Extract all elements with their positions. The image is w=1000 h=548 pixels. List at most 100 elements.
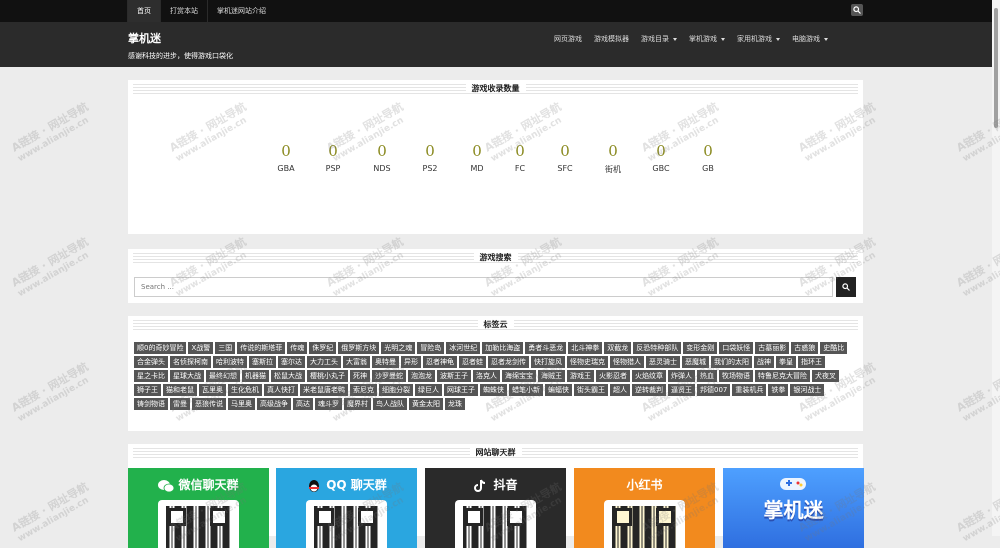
tag-link[interactable]: 马里奥 — [228, 398, 255, 410]
tag-link[interactable]: 古墓丽影 — [755, 342, 790, 354]
nav-game-directory[interactable]: 游戏目录 — [635, 34, 683, 44]
tag-link[interactable]: 战神 — [754, 356, 774, 368]
tag-link[interactable]: 恶狼传说 — [192, 398, 226, 410]
tag-link[interactable]: 恶灵骑士 — [646, 356, 680, 368]
tag-link[interactable]: 哈利波特 — [213, 356, 247, 368]
nav-console-games[interactable]: 家用机游戏 — [731, 34, 786, 44]
tag-link[interactable]: 异形 — [401, 356, 421, 368]
tag-link[interactable]: 真人快打 — [264, 384, 298, 396]
tag-link[interactable]: 顺0的奇妙冒险 — [134, 342, 187, 354]
tag-link[interactable]: 奥特曼 — [372, 356, 399, 368]
tag-link[interactable]: 特鲁尼克大冒险 — [755, 370, 810, 382]
tag-link[interactable]: 超人 — [610, 384, 630, 396]
tag-link[interactable]: 狮子王 — [134, 384, 161, 396]
tag-link[interactable]: 蝙蝠侠 — [545, 384, 572, 396]
tag-link[interactable]: 雷曼 — [170, 398, 190, 410]
site-brand-card[interactable]: 掌机迷 — [723, 468, 864, 548]
tag-link[interactable]: 三国 — [215, 342, 236, 354]
tag-link[interactable]: 双截龙 — [604, 342, 632, 354]
tag-link[interactable]: 星球大战 — [170, 370, 204, 382]
tag-link[interactable]: 蜡笔小新 — [509, 384, 543, 396]
tag-link[interactable]: 绿巨人 — [415, 384, 442, 396]
tag-link[interactable]: 逆转裁判 — [632, 384, 666, 396]
tag-link[interactable]: 北斗神拳 — [568, 342, 603, 354]
tag-link[interactable]: 大力工头 — [307, 356, 341, 368]
tag-link[interactable]: 猫和老鼠 — [163, 384, 197, 396]
tag-link[interactable]: 魔界村 — [344, 398, 371, 410]
tag-link[interactable]: 米老鼠唐老鸭 — [300, 384, 348, 396]
tag-link[interactable]: 海贼王 — [538, 370, 565, 382]
tag-link[interactable]: 最终幻想 — [206, 370, 240, 382]
tag-link[interactable]: 传魂 — [287, 342, 308, 354]
page-scrollbar[interactable] — [992, 0, 1000, 536]
tag-link[interactable]: 樱桃小丸子 — [307, 370, 348, 382]
tag-link[interactable]: 俄罗斯方块 — [338, 342, 380, 354]
top-nav-about[interactable]: 掌机迷网站介绍 — [207, 0, 275, 22]
scrollbar-thumb[interactable] — [994, 8, 998, 128]
tag-link[interactable]: 高级战争 — [257, 398, 291, 410]
tag-link[interactable]: 加勒比海盗 — [482, 342, 524, 354]
tag-link[interactable]: 铁拳 — [768, 384, 789, 396]
tag-link[interactable]: 忍者蛙 — [459, 356, 486, 368]
nav-pc-games[interactable]: 电脑游戏 — [786, 34, 834, 44]
tag-link[interactable]: 口袋妖怪 — [719, 342, 754, 354]
tag-link[interactable]: 火焰纹章 — [632, 370, 666, 382]
tag-link[interactable]: 合金弹头 — [134, 356, 168, 368]
tag-link[interactable]: 蜘蛛侠 — [480, 384, 507, 396]
tag-link[interactable]: 星之卡比 — [134, 370, 168, 382]
tag-link[interactable]: 变形金刚 — [683, 342, 718, 354]
tag-link[interactable]: 忍者龙剑传 — [488, 356, 529, 368]
tag-link[interactable]: X战警 — [188, 342, 214, 354]
nav-handheld-games[interactable]: 掌机游戏 — [683, 34, 731, 44]
tag-link[interactable]: 网球王子 — [444, 384, 478, 396]
tag-link[interactable]: 塞斯拉 — [249, 356, 276, 368]
tag-link[interactable]: 史酷比 — [820, 342, 848, 354]
tag-link[interactable]: 高达 — [293, 398, 313, 410]
nav-web-games[interactable]: 网页游戏 — [548, 34, 588, 44]
tag-link[interactable]: 龙珠 — [445, 398, 465, 410]
tag-link[interactable]: 逼贤王 — [668, 384, 695, 396]
tag-link[interactable]: 重装机兵 — [732, 384, 767, 396]
tag-link[interactable]: 死神 — [350, 370, 370, 382]
tag-link[interactable]: 瓦里奥 — [199, 384, 226, 396]
xiaohongshu-card[interactable]: 小红书 — [574, 468, 715, 548]
tag-link[interactable]: 名侦探柯南 — [170, 356, 211, 368]
wechat-group-card[interactable]: 微信聊天群 — [128, 468, 269, 548]
tag-link[interactable]: 光明之魂 — [381, 342, 416, 354]
tag-link[interactable]: 铸剑物语 — [134, 398, 168, 410]
tag-link[interactable]: 机器猫 — [242, 370, 269, 382]
tag-link[interactable]: 反恐特种部队 — [633, 342, 682, 354]
tag-link[interactable]: 怪物史瑞克 — [567, 356, 608, 368]
tag-link[interactable]: 炸弹人 — [668, 370, 695, 382]
tag-link[interactable]: 海绵宝宝 — [502, 370, 536, 382]
douyin-card[interactable]: 抖音 — [425, 468, 566, 548]
tag-link[interactable]: 传说的斯塔菲 — [237, 342, 286, 354]
tag-link[interactable]: 牧场物语 — [719, 370, 753, 382]
tag-link[interactable]: 火影忍者 — [596, 370, 630, 382]
tag-link[interactable]: 热血 — [697, 370, 717, 382]
tag-link[interactable]: 恶魔城 — [682, 356, 709, 368]
tag-link[interactable]: 沙罗曼蛇 — [372, 370, 406, 382]
tag-link[interactable]: 松鼠大战 — [271, 370, 305, 382]
top-nav-donate[interactable]: 打赏本站 — [160, 0, 207, 22]
tag-link[interactable]: 邦德007 — [697, 384, 731, 396]
tag-link[interactable]: 细胞分裂 — [379, 384, 413, 396]
tag-link[interactable]: 快打旋风 — [531, 356, 565, 368]
tag-link[interactable]: 塞尔达 — [278, 356, 305, 368]
tag-link[interactable]: 银河战士 — [790, 384, 825, 396]
tag-link[interactable]: 冒险岛 — [417, 342, 445, 354]
tag-link[interactable]: 指环王 — [798, 356, 825, 368]
tag-link[interactable]: 拳皇 — [776, 356, 796, 368]
search-field[interactable] — [135, 278, 832, 296]
tag-link[interactable]: 忍者神龟 — [423, 356, 457, 368]
qq-group-card[interactable]: QQ 聊天群 — [276, 468, 417, 548]
tag-link[interactable]: 魂斗罗 — [315, 398, 342, 410]
top-nav-home[interactable]: 首页 — [127, 0, 160, 22]
tag-link[interactable]: 波斯王子 — [437, 370, 471, 382]
nav-emulators[interactable]: 游戏模拟器 — [588, 34, 635, 44]
tag-link[interactable]: 泡泡龙 — [408, 370, 435, 382]
search-input[interactable] — [134, 277, 833, 297]
tag-link[interactable]: 索尼克 — [350, 384, 377, 396]
tag-link[interactable]: 勇者斗恶龙 — [525, 342, 567, 354]
tag-link[interactable]: 街头霸王 — [574, 384, 608, 396]
